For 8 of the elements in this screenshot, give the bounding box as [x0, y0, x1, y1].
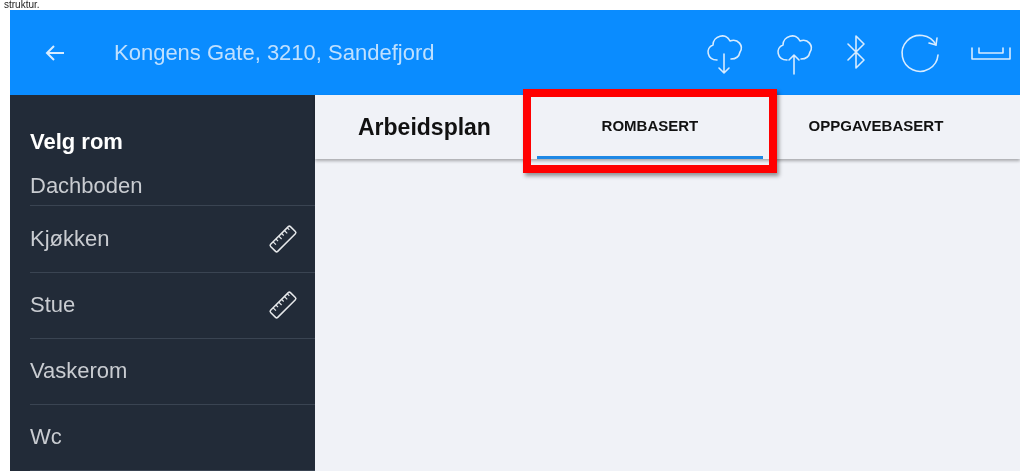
- ruler-icon: [267, 289, 299, 322]
- ruler-icon: [267, 222, 299, 255]
- tab[interactable]: ROMBASERT: [536, 95, 763, 159]
- sidebar-title: Velg rom: [29, 128, 124, 156]
- caption-text: struktur.: [3, 0, 41, 10]
- page-title: Arbeidsplan: [358, 113, 491, 141]
- tab[interactable]: OPPGAVEBASERT: [762, 95, 989, 159]
- address-title: Kongens Gate, 3210, Sandefjord: [114, 39, 436, 66]
